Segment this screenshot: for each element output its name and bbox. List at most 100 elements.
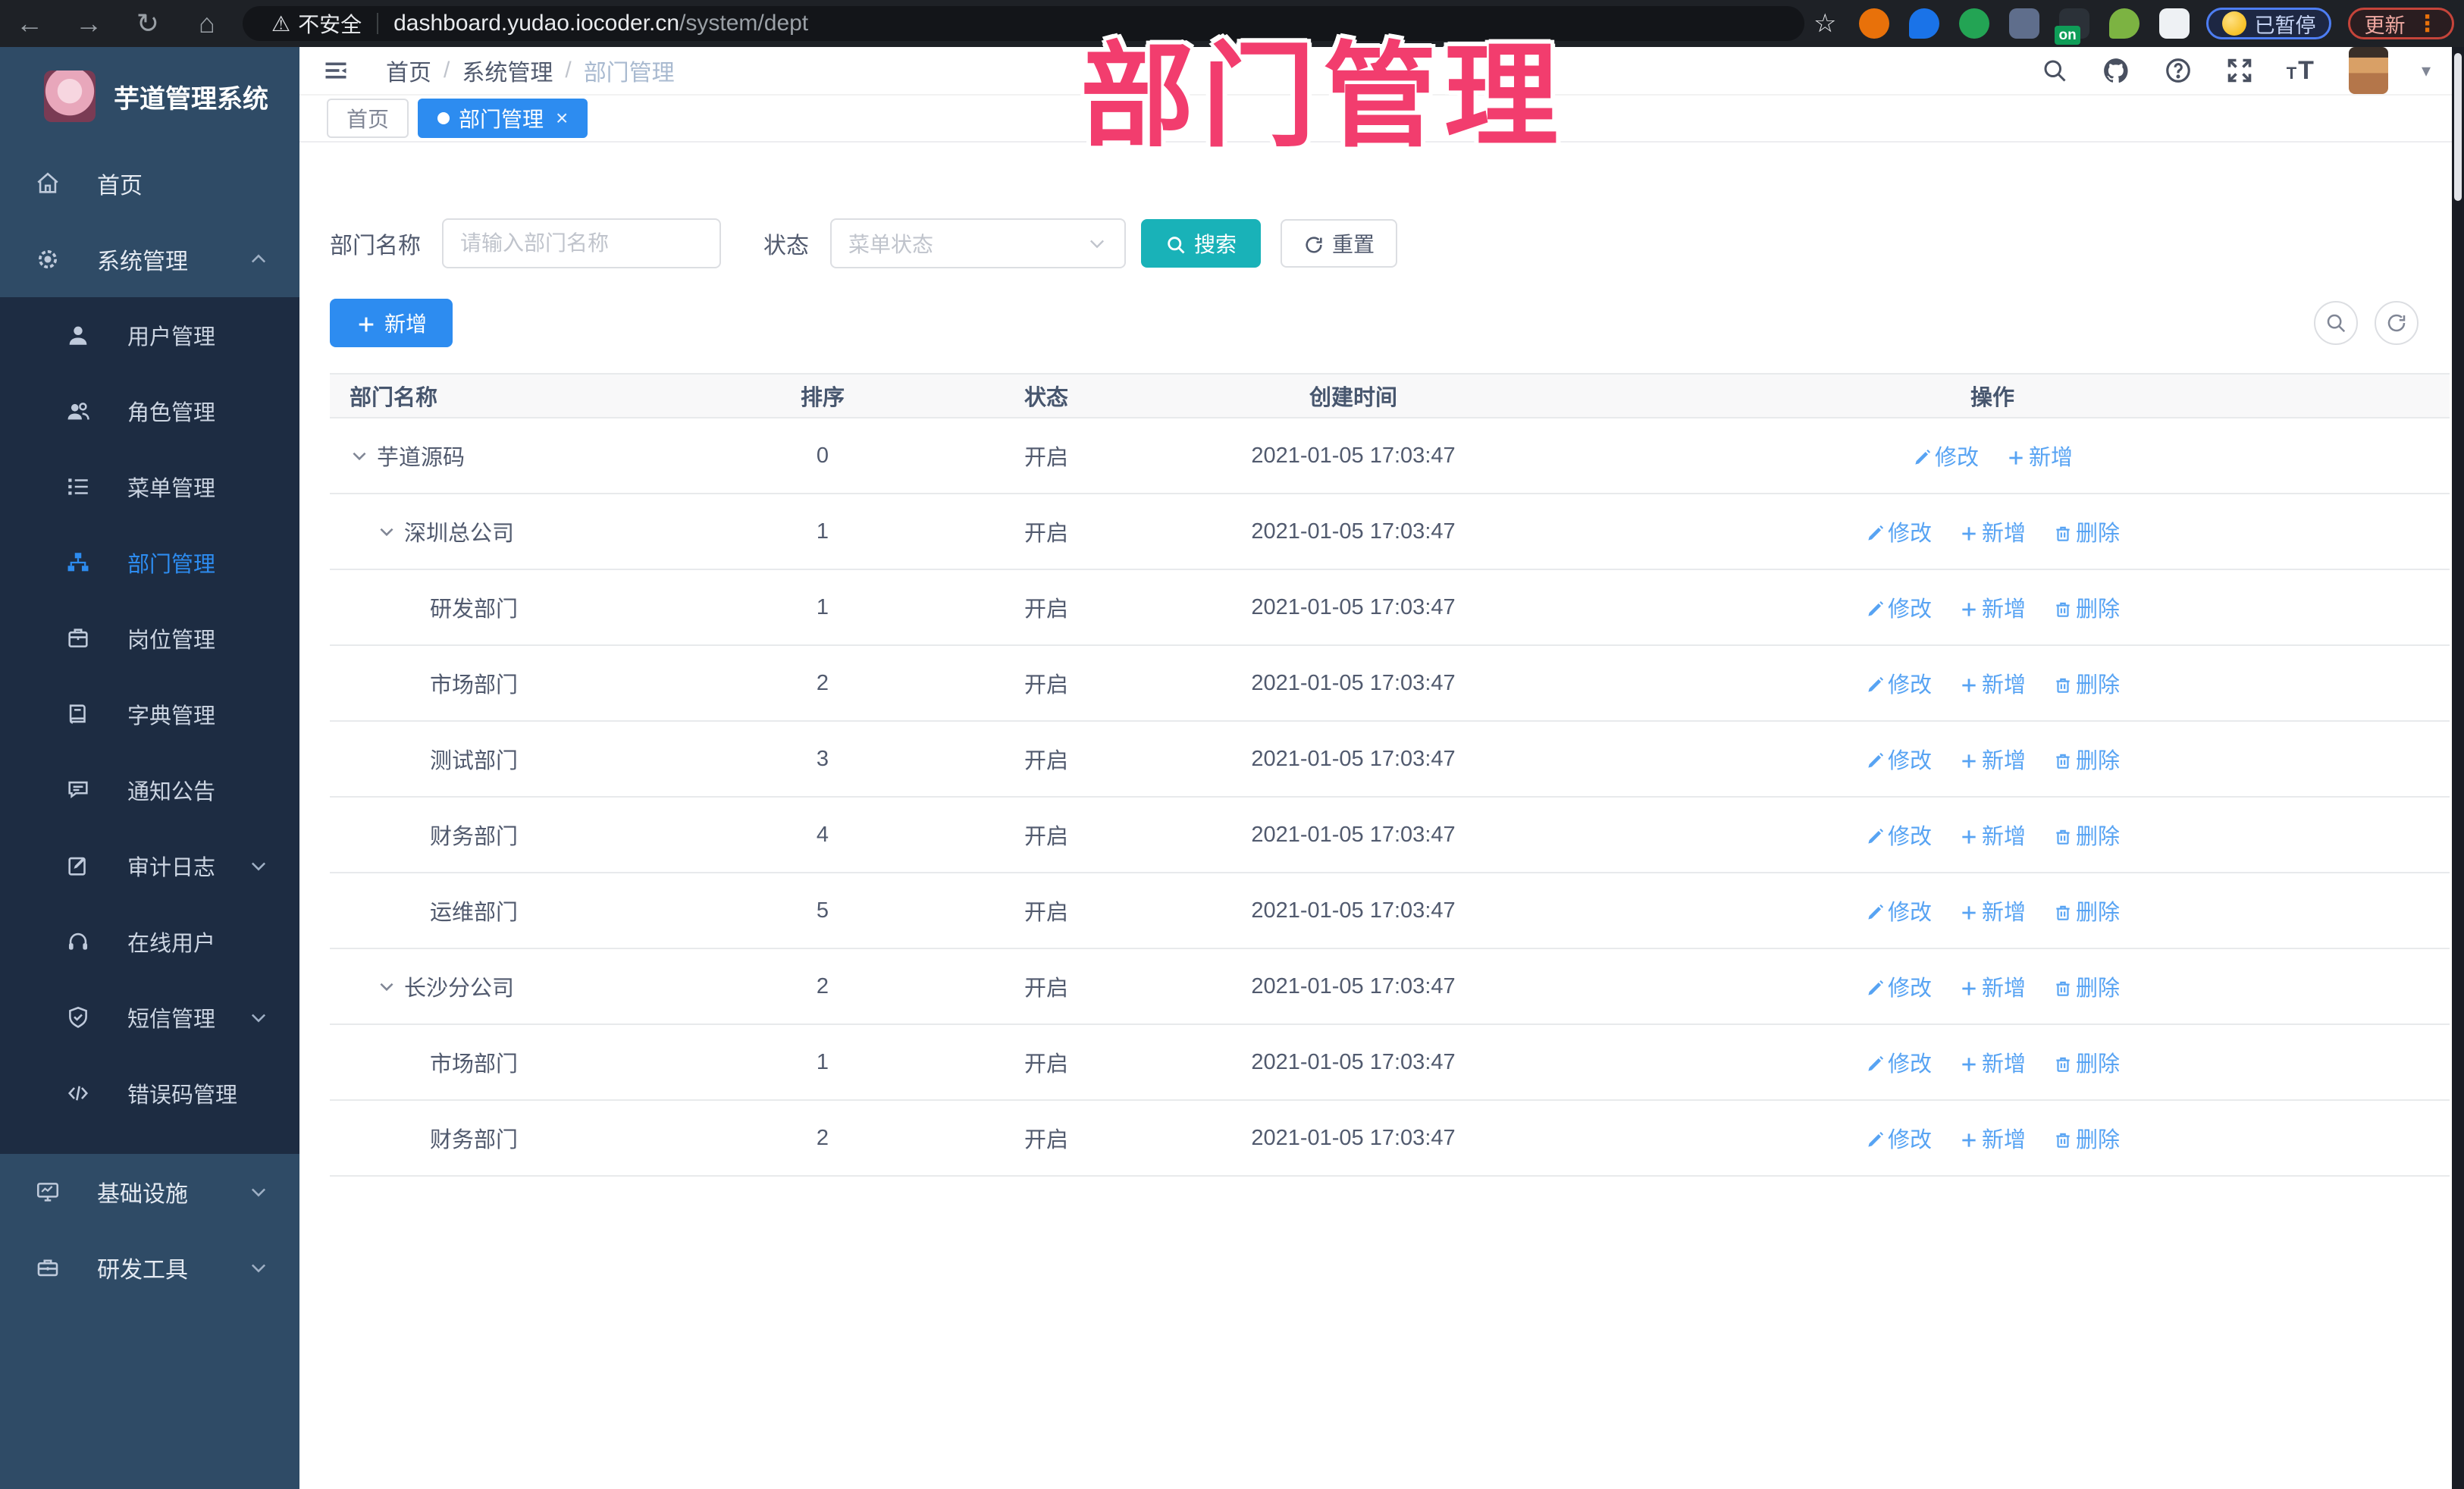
page-scrollbar[interactable] xyxy=(2452,47,2464,1489)
ext-proxy-icon[interactable]: on xyxy=(2055,8,2090,45)
row-action-delete[interactable]: 删除 xyxy=(2053,749,2120,773)
breadcrumb-parent[interactable]: 系统管理 xyxy=(462,54,553,87)
row-action-delete[interactable]: 删除 xyxy=(2053,1128,2120,1152)
browser-menu-dots-icon[interactable]: ⋮ xyxy=(2415,11,2438,37)
breadcrumb: 首页 / 系统管理 / 部门管理 xyxy=(386,54,675,87)
user-avatar[interactable] xyxy=(2348,47,2388,94)
sidebar-item-角色管理[interactable]: 角色管理 xyxy=(0,373,299,449)
table-row: 测试部门 3 开启 2021-01-05 17:03:47 修改 新增 删除 xyxy=(330,721,2450,798)
plus-icon xyxy=(1959,751,1979,771)
sidebar-item-label: 通知公告 xyxy=(127,780,216,804)
row-action-delete[interactable]: 删除 xyxy=(2053,1052,2120,1077)
row-action-add[interactable]: 新增 xyxy=(1959,976,2026,1001)
row-action-add[interactable]: 新增 xyxy=(1959,1052,2026,1077)
address-bar[interactable]: ⚠ 不安全 dashboard.yudao.iocoder.cn/system/… xyxy=(243,6,1804,41)
breadcrumb-home[interactable]: 首页 xyxy=(386,54,431,87)
tab-close-icon[interactable]: × xyxy=(556,106,568,130)
fullscreen-icon[interactable] xyxy=(2226,57,2253,84)
sidebar-item-用户管理[interactable]: 用户管理 xyxy=(0,297,299,373)
toggle-search-button[interactable] xyxy=(2314,301,2358,345)
breadcrumb-separator: / xyxy=(444,58,450,83)
sidebar-item-岗位管理[interactable]: 岗位管理 xyxy=(0,600,299,676)
row-action-edit[interactable]: 修改 xyxy=(1865,901,1932,925)
row-action-edit[interactable]: 修改 xyxy=(1865,597,1932,622)
browser-toolbar: ← → ↻ ⌂ ⚠ 不安全 dashboard.yudao.iocoder.cn… xyxy=(0,0,2464,47)
tab-home[interactable]: 首页 xyxy=(327,99,409,138)
row-action-edit[interactable]: 修改 xyxy=(1865,1052,1932,1077)
font-size-icon[interactable]: TT xyxy=(2287,56,2315,86)
scrollbar-thumb[interactable] xyxy=(2454,53,2462,201)
paused-profile-chip[interactable]: 已暂停 xyxy=(2206,8,2332,39)
row-action-edit[interactable]: 修改 xyxy=(1912,446,1979,470)
sidebar-item-错误码管理[interactable]: 错误码管理 xyxy=(0,1055,299,1131)
update-button[interactable]: 更新 ⋮ xyxy=(2348,8,2455,39)
bookmark-star-icon[interactable]: ☆ xyxy=(1814,8,1836,39)
row-action-add[interactable]: 新增 xyxy=(1959,901,2026,925)
sidebar-submenu: 用户管理 角色管理 菜单管理 部门管理 岗位管理 字典管理通知公告审计日志 在线用户 短信管理… xyxy=(0,297,299,1154)
sidebar-item-部门管理[interactable]: 部门管理 xyxy=(0,525,299,600)
sidebar-item-短信管理[interactable]: 短信管理 xyxy=(0,980,299,1055)
row-action-add[interactable]: 新增 xyxy=(1959,673,2026,697)
refresh-table-button[interactable] xyxy=(2375,301,2419,345)
row-action-add[interactable]: 新增 xyxy=(1959,825,2026,849)
row-action-delete[interactable]: 删除 xyxy=(2053,825,2120,849)
row-action-add[interactable]: 新增 xyxy=(2006,446,2073,470)
sidebar-item-基础设施[interactable]: 基础设施 xyxy=(0,1154,299,1230)
ext-check-icon[interactable] xyxy=(1959,8,1990,39)
browser-home-icon[interactable]: ⌂ xyxy=(177,8,237,39)
ext-grid-icon[interactable] xyxy=(2009,8,2040,39)
row-action-edit[interactable]: 修改 xyxy=(1865,749,1932,773)
row-action-delete[interactable]: 删除 xyxy=(2053,673,2120,697)
user-menu-caret-icon[interactable]: ▾ xyxy=(2422,60,2431,82)
expand-arrow-icon[interactable] xyxy=(377,976,397,996)
github-icon[interactable] xyxy=(2102,56,2130,85)
reset-button[interactable]: 重置 xyxy=(1281,219,1398,268)
sidebar-item-审计日志[interactable]: 审计日志 xyxy=(0,828,299,904)
sidebar-logo-row[interactable]: 芋道管理系统 xyxy=(0,47,299,146)
browser-back-icon[interactable]: ← xyxy=(0,8,59,39)
row-action-edit[interactable]: 修改 xyxy=(1865,1128,1932,1152)
row-action-edit[interactable]: 修改 xyxy=(1865,673,1932,697)
row-actions: 修改 新增 删除 xyxy=(1535,873,2450,949)
sidebar-item-研发工具[interactable]: 研发工具 xyxy=(0,1230,299,1306)
app-title: 芋道管理系统 xyxy=(114,84,268,114)
sidebar-item-在线用户[interactable]: 在线用户 xyxy=(0,904,299,980)
row-action-add[interactable]: 新增 xyxy=(1959,522,2026,546)
row-action-edit[interactable]: 修改 xyxy=(1865,522,1932,546)
expand-arrow-icon[interactable] xyxy=(377,522,397,541)
row-action-edit[interactable]: 修改 xyxy=(1865,976,1932,1001)
collapse-menu-icon[interactable] xyxy=(322,57,350,84)
ext-person-icon[interactable] xyxy=(2109,8,2140,39)
search-button[interactable]: 搜索 xyxy=(1141,219,1262,268)
add-button[interactable]: 新增 xyxy=(330,299,453,347)
paused-label: 已暂停 xyxy=(2254,14,2316,37)
tab-dept-management[interactable]: 部门管理 × xyxy=(418,99,588,138)
sidebar-item-字典管理[interactable]: 字典管理 xyxy=(0,676,299,752)
browser-forward-icon[interactable]: → xyxy=(59,8,118,39)
column-header-created: 创建时间 xyxy=(1171,373,1535,418)
status-select[interactable]: 菜单状态 xyxy=(830,218,1126,268)
ext-puzzle-icon[interactable] xyxy=(2159,8,2190,39)
ext-drop-icon[interactable] xyxy=(1909,8,1940,39)
row-action-add[interactable]: 新增 xyxy=(1959,597,2026,622)
dept-table: 部门名称 排序 状态 创建时间 操作 芋道源码 0 开启 2021-01-05 17:… xyxy=(330,373,2450,1177)
dept-name-input[interactable] xyxy=(442,218,721,268)
row-action-delete[interactable]: 删除 xyxy=(2053,597,2120,622)
row-action-add[interactable]: 新增 xyxy=(1959,1128,2026,1152)
row-action-edit[interactable]: 修改 xyxy=(1865,825,1932,849)
row-action-add[interactable]: 新增 xyxy=(1959,749,2026,773)
ext-target-icon[interactable] xyxy=(1859,8,1890,39)
help-icon[interactable] xyxy=(2164,56,2193,85)
row-action-delete[interactable]: 删除 xyxy=(2053,901,2120,925)
browser-reload-icon[interactable]: ↻ xyxy=(118,8,177,39)
tab-home-label: 首页 xyxy=(346,108,390,131)
row-action-delete[interactable]: 删除 xyxy=(2053,522,2120,546)
sidebar-item-菜单管理[interactable]: 菜单管理 xyxy=(0,449,299,525)
sidebar-item-通知公告[interactable]: 通知公告 xyxy=(0,752,299,828)
row-action-delete[interactable]: 删除 xyxy=(2053,976,2120,1001)
search-icon[interactable] xyxy=(2041,57,2068,84)
extension-badge: on xyxy=(2055,26,2080,45)
expand-arrow-icon[interactable] xyxy=(350,446,369,466)
sidebar-item-首页[interactable]: 首页 xyxy=(0,146,299,221)
sidebar-item-系统管理[interactable]: 系统管理 xyxy=(0,221,299,297)
